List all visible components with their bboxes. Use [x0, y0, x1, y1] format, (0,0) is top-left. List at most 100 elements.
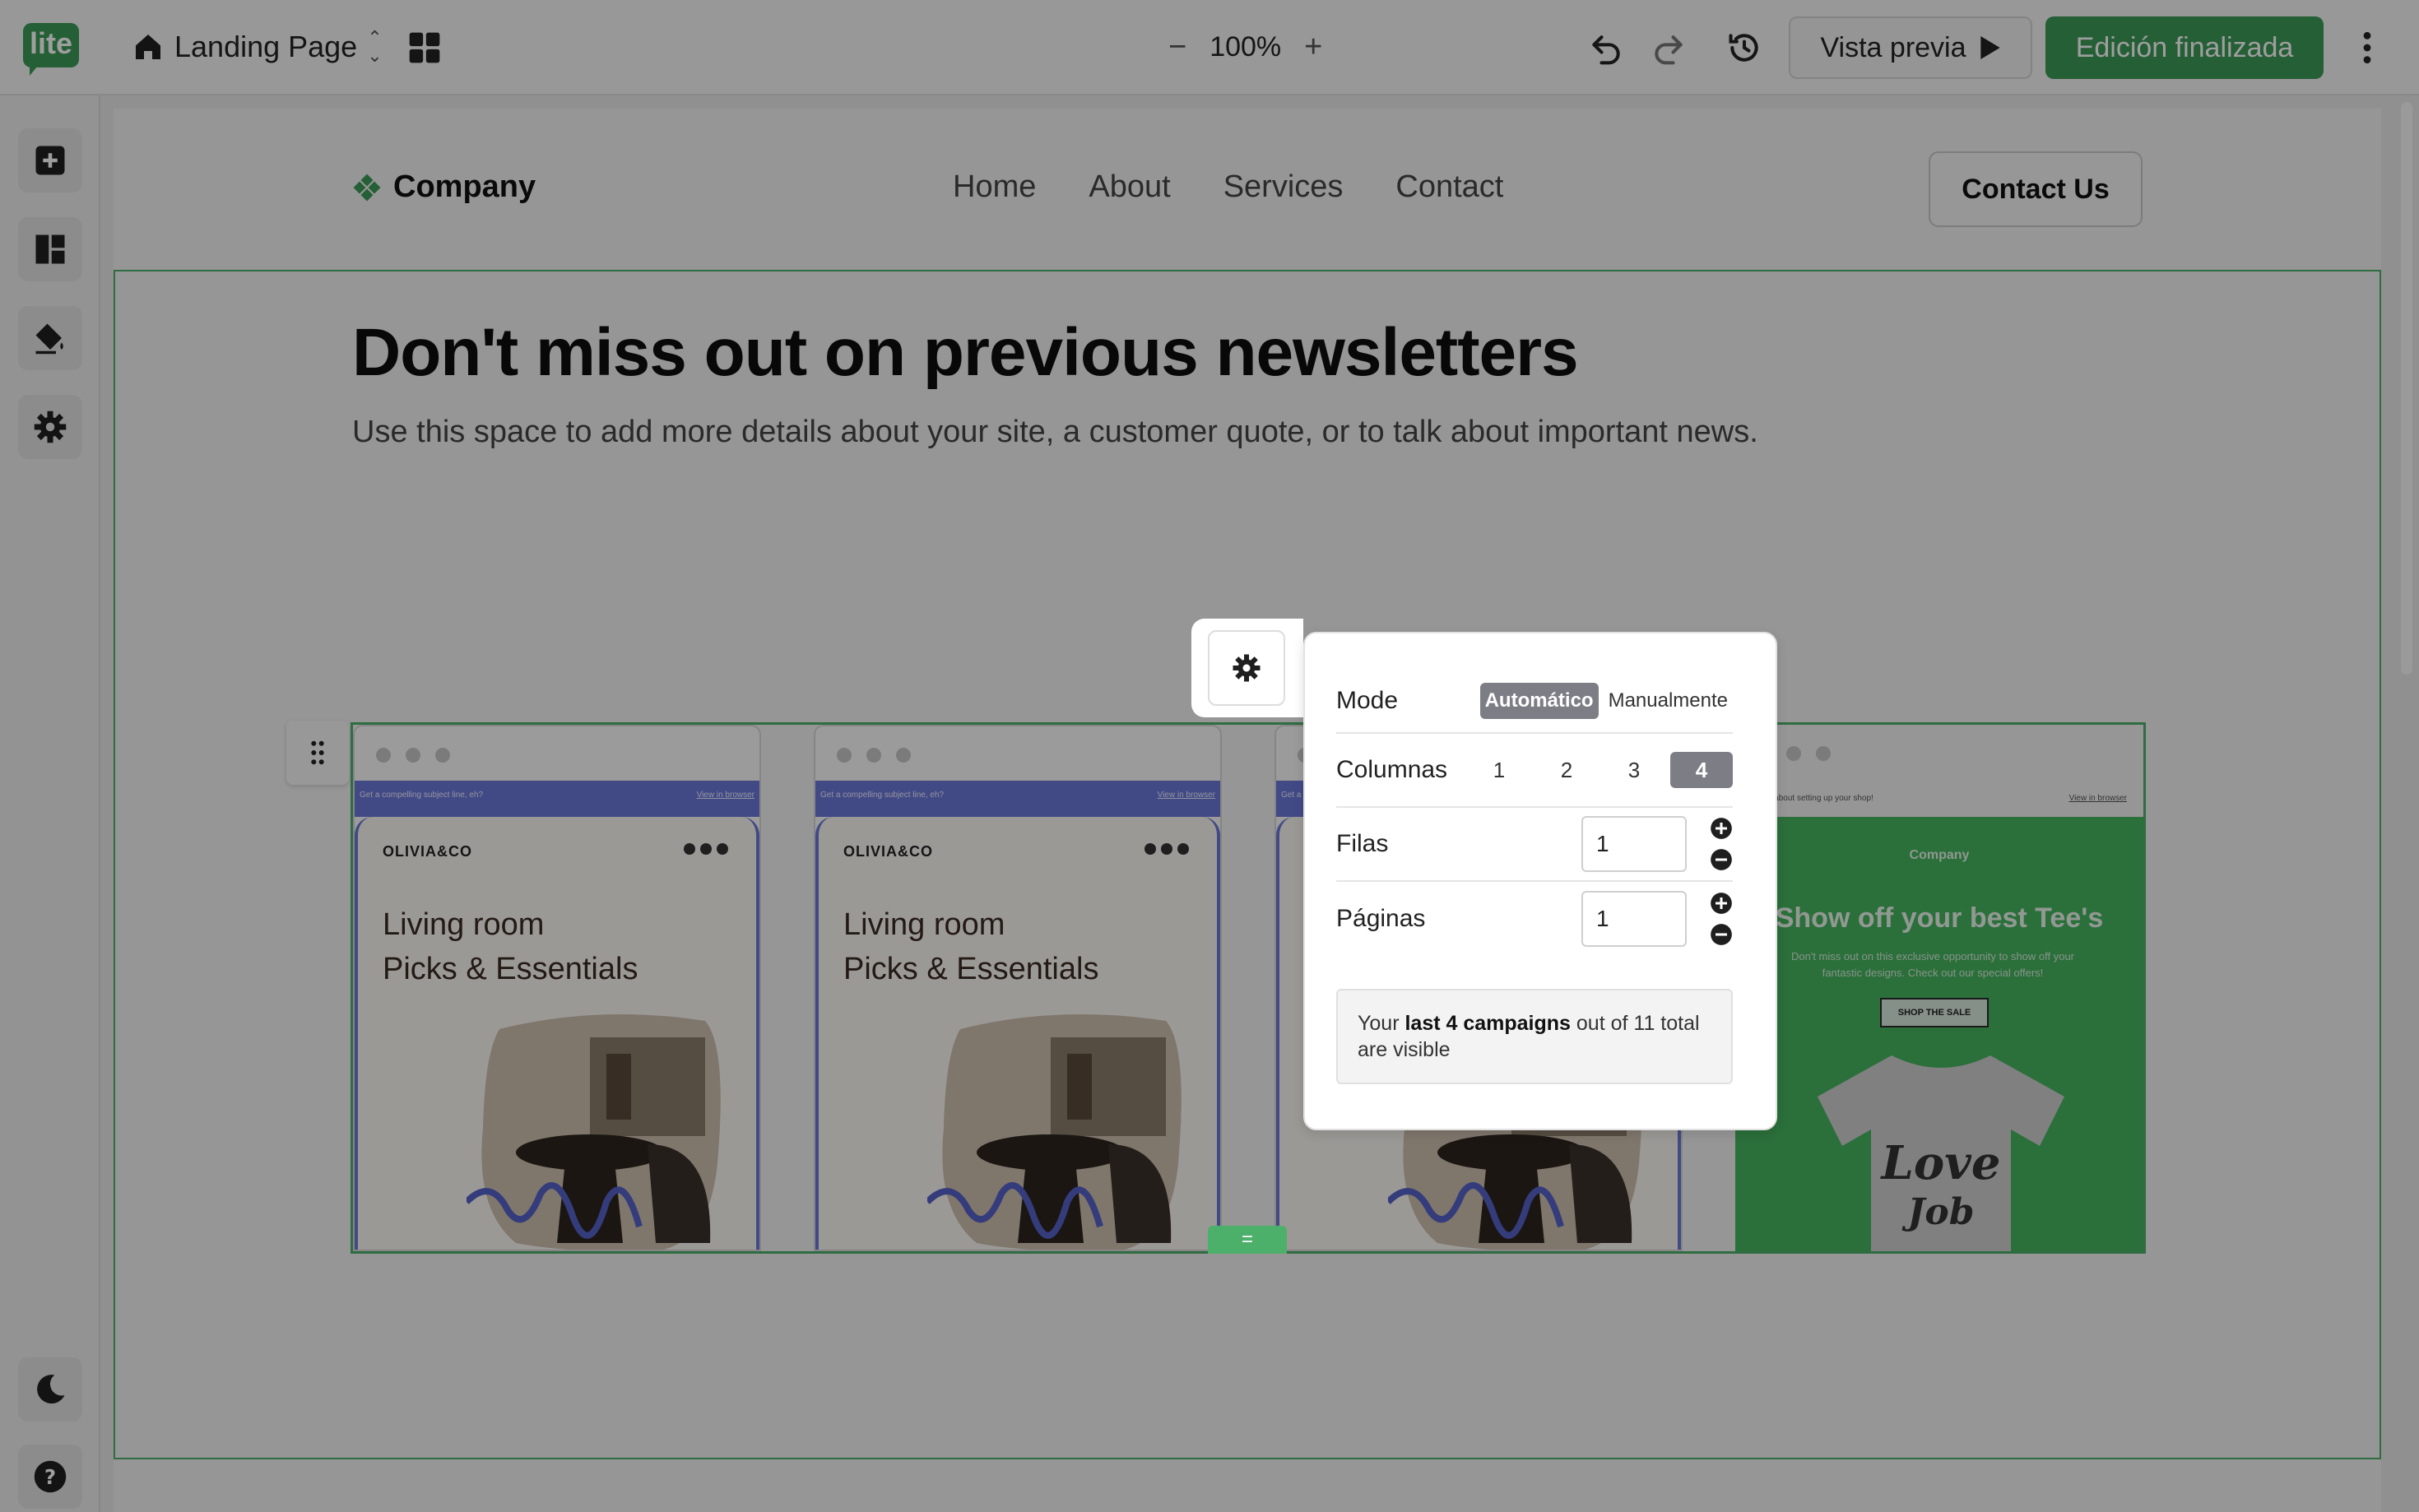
nav-about[interactable]: About: [1089, 169, 1170, 205]
email-preview: Company Show off your best Tee's Don't m…: [1735, 817, 2143, 1251]
info-text-bold: last 4 campaigns: [1405, 1012, 1571, 1035]
help-icon: ?: [34, 1460, 67, 1493]
mode-option-manual[interactable]: Manualmente: [1604, 683, 1733, 719]
page-selector-label: Landing Page: [174, 30, 358, 63]
minus-circle-icon[interactable]: [1710, 848, 1733, 871]
svg-text:?: ?: [44, 1465, 56, 1489]
drag-handle[interactable]: [286, 721, 349, 785]
zoom-control: − 100% +: [1168, 25, 1322, 69]
columns-row: Columnas 1 2 3 4: [1336, 734, 1733, 808]
columns-option-4[interactable]: 4: [1670, 752, 1733, 788]
view-in-browser-link: View in browser: [1157, 791, 1215, 800]
columns-option-3[interactable]: 3: [1603, 752, 1665, 788]
email-brand: OLIVIA&CO: [843, 843, 934, 860]
add-block-button[interactable]: [18, 128, 82, 192]
gear-icon: [34, 410, 67, 443]
gallery-settings-popover: Mode Automático Manualmente Columnas 1 2…: [1303, 632, 1777, 1130]
campaign-card[interactable]: Get a compelling subject line, eh? View i…: [353, 725, 761, 1251]
columns-option-1[interactable]: 1: [1468, 752, 1530, 788]
canvas-scrollbar[interactable]: [2401, 102, 2412, 675]
site-brand-name: Company: [393, 169, 536, 204]
mode-segmented-control: Automático Manualmente: [1479, 683, 1733, 719]
email-preview: Get a compelling subject line, eh? View i…: [355, 781, 759, 1250]
contact-us-button[interactable]: Contact Us: [1929, 151, 2143, 227]
window-dots: [837, 748, 911, 763]
email-title: Living roomPicks & Essentials: [843, 907, 1099, 986]
app-logo[interactable]: lite: [23, 23, 79, 76]
campaign-card[interactable]: Get a compelling subject line, eh? View i…: [814, 725, 1222, 1251]
site-brand[interactable]: Company: [352, 169, 536, 205]
plus-circle-icon[interactable]: [1710, 817, 1733, 840]
brand-logo-icon: [353, 174, 381, 201]
columns-label: Columnas: [1336, 756, 1448, 783]
pages-row: Páginas: [1336, 882, 1733, 956]
email-title: Show off your best Tee's: [1775, 902, 2104, 934]
rows-label: Filas: [1336, 830, 1389, 857]
plus-square-icon: [35, 146, 65, 175]
nav-contact[interactable]: Contact: [1395, 169, 1503, 205]
rows-stepper: [1710, 817, 1733, 871]
campaign-card[interactable]: ...you go about setting up your shop! Vi…: [1735, 725, 2143, 1251]
play-icon: [1980, 36, 2000, 59]
undo-icon[interactable]: [1588, 30, 1624, 66]
view-in-browser-link: View in browser: [2068, 794, 2127, 803]
left-sidebar: ?: [0, 95, 100, 1512]
history-icon[interactable]: [1726, 30, 1762, 66]
section-subtitle[interactable]: Use this space to add more details about…: [352, 415, 1758, 450]
home-icon: [136, 35, 160, 59]
social-icons: [1144, 843, 1189, 855]
nav-services[interactable]: Services: [1223, 169, 1344, 205]
zoom-out-button[interactable]: −: [1168, 30, 1186, 65]
site-header: Company Home About Services Contact Cont…: [114, 109, 2381, 270]
help-button[interactable]: ?: [18, 1445, 82, 1509]
page-selector[interactable]: Landing Page ⌃ ⌄: [132, 25, 383, 69]
pages-grid-icon[interactable]: [406, 30, 443, 66]
info-text-prefix: Your: [1358, 1012, 1405, 1035]
rows-input[interactable]: [1581, 816, 1687, 872]
email-brand: Company: [1909, 848, 1970, 862]
email-preview: Get a compelling subject line, eh? View i…: [815, 781, 1220, 1250]
top-toolbar: lite Landing Page ⌃ ⌄ − 100% + Vista prev…: [0, 0, 2419, 95]
preview-button[interactable]: Vista previa: [1789, 16, 2032, 79]
design-button[interactable]: [18, 306, 82, 370]
columns-option-2[interactable]: 2: [1535, 752, 1598, 788]
section-resize-handle[interactable]: =: [1208, 1226, 1287, 1254]
finish-editing-button[interactable]: Edición finalizada: [2045, 16, 2324, 79]
mode-label: Mode: [1336, 687, 1399, 714]
pages-stepper: [1710, 892, 1733, 946]
plus-circle-icon[interactable]: [1710, 892, 1733, 915]
window-dots: [376, 748, 450, 763]
preview-button-label: Vista previa: [1820, 31, 1966, 63]
gallery-settings-button[interactable]: [1208, 630, 1285, 706]
living-room-photo: [927, 1014, 1182, 1250]
more-options-icon[interactable]: [2355, 30, 2380, 66]
moon-icon: [37, 1375, 65, 1404]
preheader-text: Get a compelling subject line, eh?: [820, 791, 945, 800]
zoom-in-button[interactable]: +: [1304, 30, 1322, 65]
living-room-photo: [467, 1014, 721, 1250]
dark-mode-button[interactable]: [18, 1357, 82, 1422]
pages-input[interactable]: [1581, 891, 1687, 947]
chevron-up-down-icon: ⌃ ⌄: [367, 27, 383, 66]
mode-option-auto[interactable]: Automático: [1479, 683, 1599, 719]
nav-home[interactable]: Home: [953, 169, 1036, 205]
minus-circle-icon[interactable]: [1710, 923, 1733, 946]
mode-row: Mode Automático Manualmente: [1336, 670, 1733, 734]
shop-sale-button: SHOP THE SALE: [1880, 998, 1989, 1027]
columns-segmented-control: 1 2 3 4: [1468, 752, 1733, 788]
redo-icon[interactable]: [1651, 30, 1687, 66]
visibility-info-box: Your last 4 campaigns out of 11 total ar…: [1336, 989, 1733, 1084]
layout-button[interactable]: [18, 217, 82, 281]
tshirt-image: Love Job: [1818, 1055, 2064, 1251]
email-title: Living roomPicks & Essentials: [383, 907, 638, 986]
view-in-browser-link: View in browser: [696, 791, 754, 800]
section-title[interactable]: Don't miss out on previous newsletters: [352, 314, 1579, 392]
settings-button[interactable]: [18, 395, 82, 459]
campaign-gallery[interactable]: Get a compelling subject line, eh? View i…: [351, 722, 2146, 1254]
pages-label: Páginas: [1336, 905, 1426, 932]
rows-row: Filas: [1336, 808, 1733, 882]
zoom-level: 100%: [1210, 30, 1282, 63]
social-icons: [684, 843, 728, 855]
svg-text:Love: Love: [1880, 1136, 2001, 1190]
drag-dots-icon: [311, 740, 324, 765]
